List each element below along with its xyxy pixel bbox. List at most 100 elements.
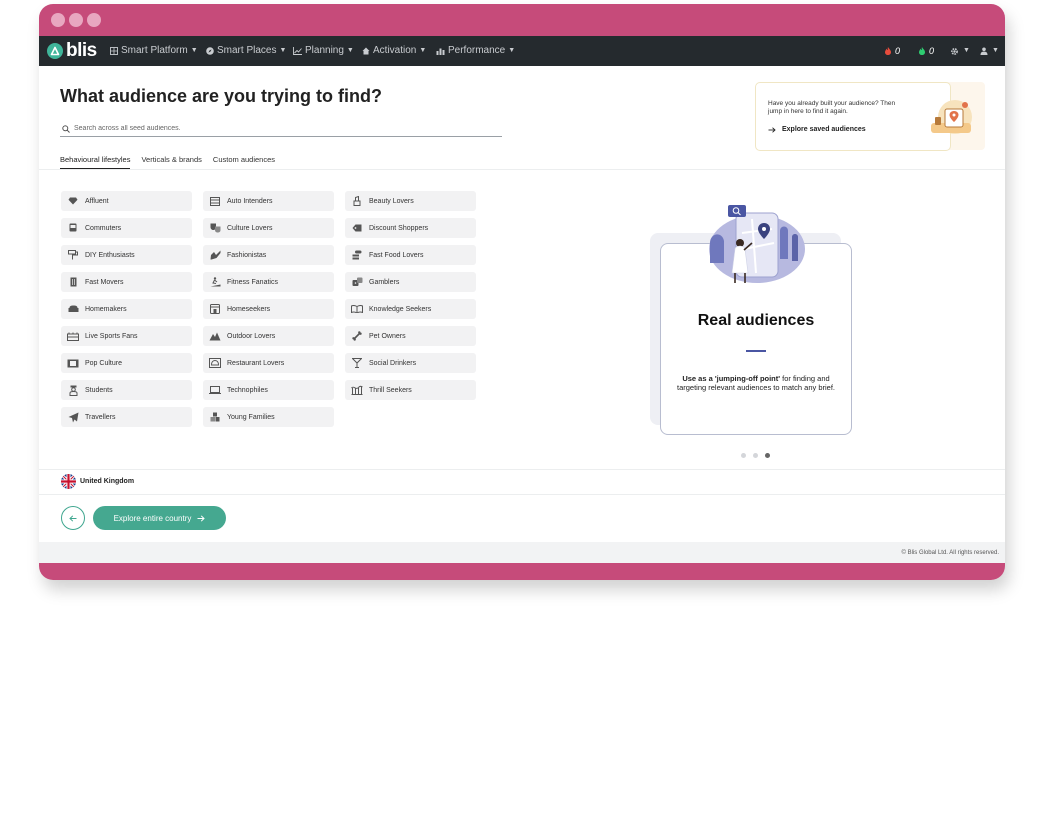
audience-label: Affluent bbox=[85, 197, 109, 205]
audience-chip-live-sports-fans[interactable]: Live Sports Fans bbox=[61, 326, 192, 346]
house-icon bbox=[203, 304, 227, 314]
audience-chip-auto-intenders[interactable]: Auto Intenders bbox=[203, 191, 334, 211]
audience-label: Fitness Fanatics bbox=[227, 278, 278, 286]
audience-chip-homeseekers[interactable]: Homeseekers bbox=[203, 299, 334, 319]
audience-chip-discount-shoppers[interactable]: Discount Shoppers bbox=[345, 218, 476, 238]
page-title: What audience are you trying to find? bbox=[60, 86, 383, 106]
trash-can-icon bbox=[61, 277, 85, 287]
carousel-dot-1[interactable] bbox=[741, 453, 746, 458]
carousel-dot-2[interactable] bbox=[753, 453, 758, 458]
carousel-dots bbox=[741, 453, 770, 458]
window-minimize-dot[interactable] bbox=[69, 13, 83, 27]
student-icon bbox=[61, 385, 85, 396]
tab-verticals-brands[interactable]: Verticals & brands bbox=[141, 155, 201, 169]
audience-chip-gamblers[interactable]: Gamblers bbox=[345, 272, 476, 292]
audience-chip-thrill-seekers[interactable]: Thrill Seekers bbox=[345, 380, 476, 400]
audience-chip-fashionistas[interactable]: Fashionistas bbox=[203, 245, 334, 265]
line-chart-icon bbox=[293, 47, 302, 55]
audience-chip-pet-owners[interactable]: Pet Owners bbox=[345, 326, 476, 346]
carousel-title: Real audiences bbox=[697, 312, 815, 329]
nav-planning[interactable]: Planning ▼ bbox=[293, 45, 354, 57]
chevron-down-icon: ▼ bbox=[963, 47, 970, 54]
audience-chip-travellers[interactable]: Travellers bbox=[61, 407, 192, 427]
audience-map-illustration bbox=[709, 205, 805, 283]
audience-label: Fashionistas bbox=[227, 251, 267, 259]
country-divider-top bbox=[39, 469, 1005, 470]
audience-label: Commuters bbox=[85, 224, 122, 232]
arrow-right-icon bbox=[768, 126, 776, 133]
nav-activation[interactable]: Activation ▼ bbox=[362, 45, 426, 57]
red-counter[interactable]: 0 bbox=[885, 45, 900, 57]
audience-chip-beauty-lovers[interactable]: Beauty Lovers bbox=[345, 191, 476, 211]
audience-label: Travellers bbox=[85, 413, 116, 421]
audience-label: Knowledge Seekers bbox=[369, 305, 432, 313]
audience-chip-fast-food-lovers[interactable]: Fast Food Lovers bbox=[345, 245, 476, 265]
audience-chip-fast-movers[interactable]: Fast Movers bbox=[61, 272, 192, 292]
audience-chip-culture-lovers[interactable]: Culture Lovers bbox=[203, 218, 334, 238]
carousel-divider bbox=[746, 350, 766, 352]
audience-chip-affluent[interactable]: Affluent bbox=[61, 191, 192, 211]
window-bottom-bar bbox=[39, 563, 1005, 580]
explore-saved-audiences-link[interactable]: Explore saved audiences bbox=[768, 126, 866, 133]
audience-chip-homemakers[interactable]: Homemakers bbox=[61, 299, 192, 319]
nav-performance[interactable]: Performance ▼ bbox=[436, 45, 515, 57]
audience-label: Young Families bbox=[227, 413, 275, 421]
audience-chip-fitness-fanatics[interactable]: Fitness Fanatics bbox=[203, 272, 334, 292]
audience-label: Auto Intenders bbox=[227, 197, 273, 205]
audience-chip-social-drinkers[interactable]: Social Drinkers bbox=[345, 353, 476, 373]
audience-label: Live Sports Fans bbox=[85, 332, 138, 340]
green-counter-value: 0 bbox=[929, 46, 935, 56]
audience-chip-technophiles[interactable]: Technophiles bbox=[203, 380, 334, 400]
audience-chip-commuters[interactable]: Commuters bbox=[61, 218, 192, 238]
chevron-down-icon: ▼ bbox=[508, 47, 516, 54]
chevron-down-icon: ▼ bbox=[190, 47, 198, 54]
saved-audiences-text: Have you already built your audience? Th… bbox=[768, 100, 896, 115]
logo-mark-icon bbox=[47, 43, 63, 59]
audience-chip-pop-culture[interactable]: Pop Culture bbox=[61, 353, 192, 373]
user-menu[interactable]: ▼ bbox=[980, 45, 999, 57]
blis-logo[interactable]: blis bbox=[47, 41, 97, 61]
app-window: blis Smart Platform ▼ Smart Places ▼ Pla… bbox=[39, 4, 1005, 580]
audience-label: Fast Food Lovers bbox=[369, 251, 424, 259]
audience-chip-diy-enthusiasts[interactable]: DIY Enthusiasts bbox=[61, 245, 192, 265]
nav-smart-platform[interactable]: Smart Platform ▼ bbox=[110, 45, 198, 57]
window-maximize-dot[interactable] bbox=[87, 13, 101, 27]
green-counter[interactable]: 0 bbox=[919, 45, 934, 57]
audience-chip-students[interactable]: Students bbox=[61, 380, 192, 400]
copyright-text: © Blis Global Ltd. All rights reserved. bbox=[901, 550, 999, 556]
high-heel-icon bbox=[203, 250, 227, 260]
audience-label: Homeseekers bbox=[227, 305, 271, 313]
saved-audiences-panel: Have you already built your audience? Th… bbox=[755, 82, 951, 151]
window-close-dot[interactable] bbox=[51, 13, 65, 27]
nav-smart-places-label: Smart Places bbox=[217, 45, 277, 56]
audience-chip-young-families[interactable]: Young Families bbox=[203, 407, 334, 427]
settings-menu[interactable]: ▼ bbox=[950, 45, 970, 57]
tab-behavioural-lifestyles[interactable]: Behavioural lifestyles bbox=[60, 155, 131, 169]
tag-icon bbox=[345, 224, 369, 232]
search-input[interactable] bbox=[74, 122, 474, 135]
location-pin-illustration bbox=[931, 100, 972, 134]
back-button[interactable] bbox=[61, 506, 85, 530]
country-selector[interactable]: United Kingdom bbox=[61, 474, 134, 489]
cloche-icon bbox=[203, 358, 227, 368]
cocktail-icon bbox=[345, 358, 369, 368]
audience-chip-outdoor-lovers[interactable]: Outdoor Lovers bbox=[203, 326, 334, 346]
audience-chip-restaurant-lovers[interactable]: Restaurant Lovers bbox=[203, 353, 334, 373]
chevron-down-icon: ▼ bbox=[279, 47, 287, 54]
carousel-text: Use as a 'jumping-off point' for finding… bbox=[669, 374, 843, 392]
arrow-right-icon bbox=[197, 514, 206, 522]
logo-text: blis bbox=[66, 40, 97, 61]
chevron-down-icon: ▼ bbox=[346, 47, 354, 54]
audience-chip-knowledge-seekers[interactable]: Knowledge Seekers bbox=[345, 299, 476, 319]
search-bar[interactable] bbox=[60, 121, 502, 137]
book-icon bbox=[345, 305, 369, 313]
carousel-text-bold: Use as a 'jumping-off point' bbox=[682, 374, 781, 383]
car-icon bbox=[203, 196, 227, 206]
tab-custom-audiences[interactable]: Custom audiences bbox=[213, 155, 275, 169]
gear-icon bbox=[951, 47, 958, 55]
search-icon bbox=[62, 124, 70, 133]
audience-label: Discount Shoppers bbox=[369, 224, 429, 232]
explore-entire-country-button[interactable]: Explore entire country bbox=[93, 506, 226, 530]
nav-smart-places[interactable]: Smart Places ▼ bbox=[206, 45, 286, 57]
carousel-dot-3[interactable] bbox=[765, 453, 770, 458]
